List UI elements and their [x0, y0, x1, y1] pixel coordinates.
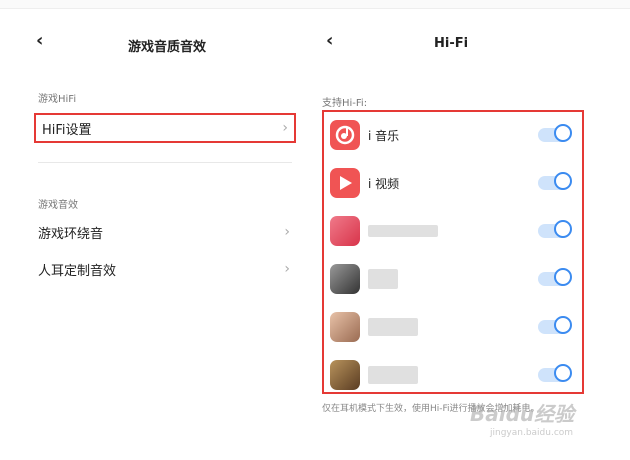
hifi-toggle[interactable]	[538, 364, 572, 382]
hifi-toggle[interactable]	[538, 172, 572, 190]
toggle-knob	[554, 316, 572, 334]
page-title: Hi-Fi	[434, 36, 469, 51]
chevron-right-icon: ›	[282, 120, 288, 136]
chevron-right-icon: ›	[284, 261, 290, 277]
app-row-i-video: i 视频	[330, 166, 578, 200]
chevron-right-icon: ›	[284, 224, 290, 240]
baidu-watermark: Baidu经验 jingyan.baidu.com	[470, 398, 620, 448]
app-row-blurred	[330, 358, 578, 392]
hifi-toggle[interactable]	[538, 268, 572, 286]
section-label-effects: 游戏音效	[38, 200, 78, 211]
surround-sound-row[interactable]: 游戏环绕音 ›	[38, 217, 296, 247]
app-row-blurred	[330, 310, 578, 344]
status-bar-fade	[310, 0, 630, 9]
custom-ear-effect-label: 人耳定制音效	[38, 263, 117, 279]
status-bar-fade	[0, 0, 310, 9]
blurred-app-icon	[330, 312, 360, 342]
divider	[38, 162, 292, 163]
hifi-toggle[interactable]	[538, 316, 572, 334]
play-icon	[330, 168, 360, 198]
toggle-knob	[554, 268, 572, 286]
support-hifi-label: 支持Hi-Fi:	[322, 98, 368, 109]
toggle-knob	[554, 172, 572, 190]
toggle-knob	[554, 364, 572, 382]
hifi-settings-label: HiFi设置	[42, 122, 92, 138]
hifi-settings-row[interactable]: HiFi设置 ›	[34, 113, 296, 143]
hifi-toggle[interactable]	[538, 124, 572, 142]
watermark-url: jingyan.baidu.com	[490, 428, 574, 438]
blurred-app-name	[368, 366, 418, 384]
toggle-knob	[554, 220, 572, 238]
game-audio-panel: ‹ 游戏音质音效 游戏HiFi HiFi设置 › 游戏音效 游戏环绕音 › 人耳…	[0, 0, 310, 460]
blurred-app-icon	[330, 264, 360, 294]
app-row-blurred	[330, 262, 578, 296]
hifi-app-list: i 音乐 i 视频	[322, 110, 584, 394]
hifi-panel: ‹ Hi-Fi 支持Hi-Fi: i 音乐 i 视频 仅在耳机模式下生效，使用H…	[310, 0, 630, 460]
blurred-app-icon	[330, 216, 360, 246]
surround-sound-label: 游戏环绕音	[38, 226, 104, 242]
blurred-app-name	[368, 318, 418, 336]
back-button[interactable]: ‹	[36, 30, 43, 51]
app-row-blurred	[330, 214, 578, 248]
app-name: i 视频	[368, 176, 400, 191]
blurred-app-icon	[330, 360, 360, 390]
custom-ear-effect-row[interactable]: 人耳定制音效 ›	[38, 254, 296, 284]
section-label-hifi: 游戏HiFi	[38, 94, 77, 105]
watermark-brand: Baidu经验	[470, 402, 575, 426]
toggle-knob	[554, 124, 572, 142]
blurred-app-name	[368, 225, 438, 237]
back-button[interactable]: ‹	[326, 30, 333, 51]
blurred-app-name	[368, 269, 398, 289]
hifi-toggle[interactable]	[538, 220, 572, 238]
music-note-icon	[330, 120, 360, 150]
page-title: 游戏音质音效	[128, 40, 207, 55]
app-row-i-music: i 音乐	[330, 118, 578, 152]
app-name: i 音乐	[368, 128, 400, 143]
